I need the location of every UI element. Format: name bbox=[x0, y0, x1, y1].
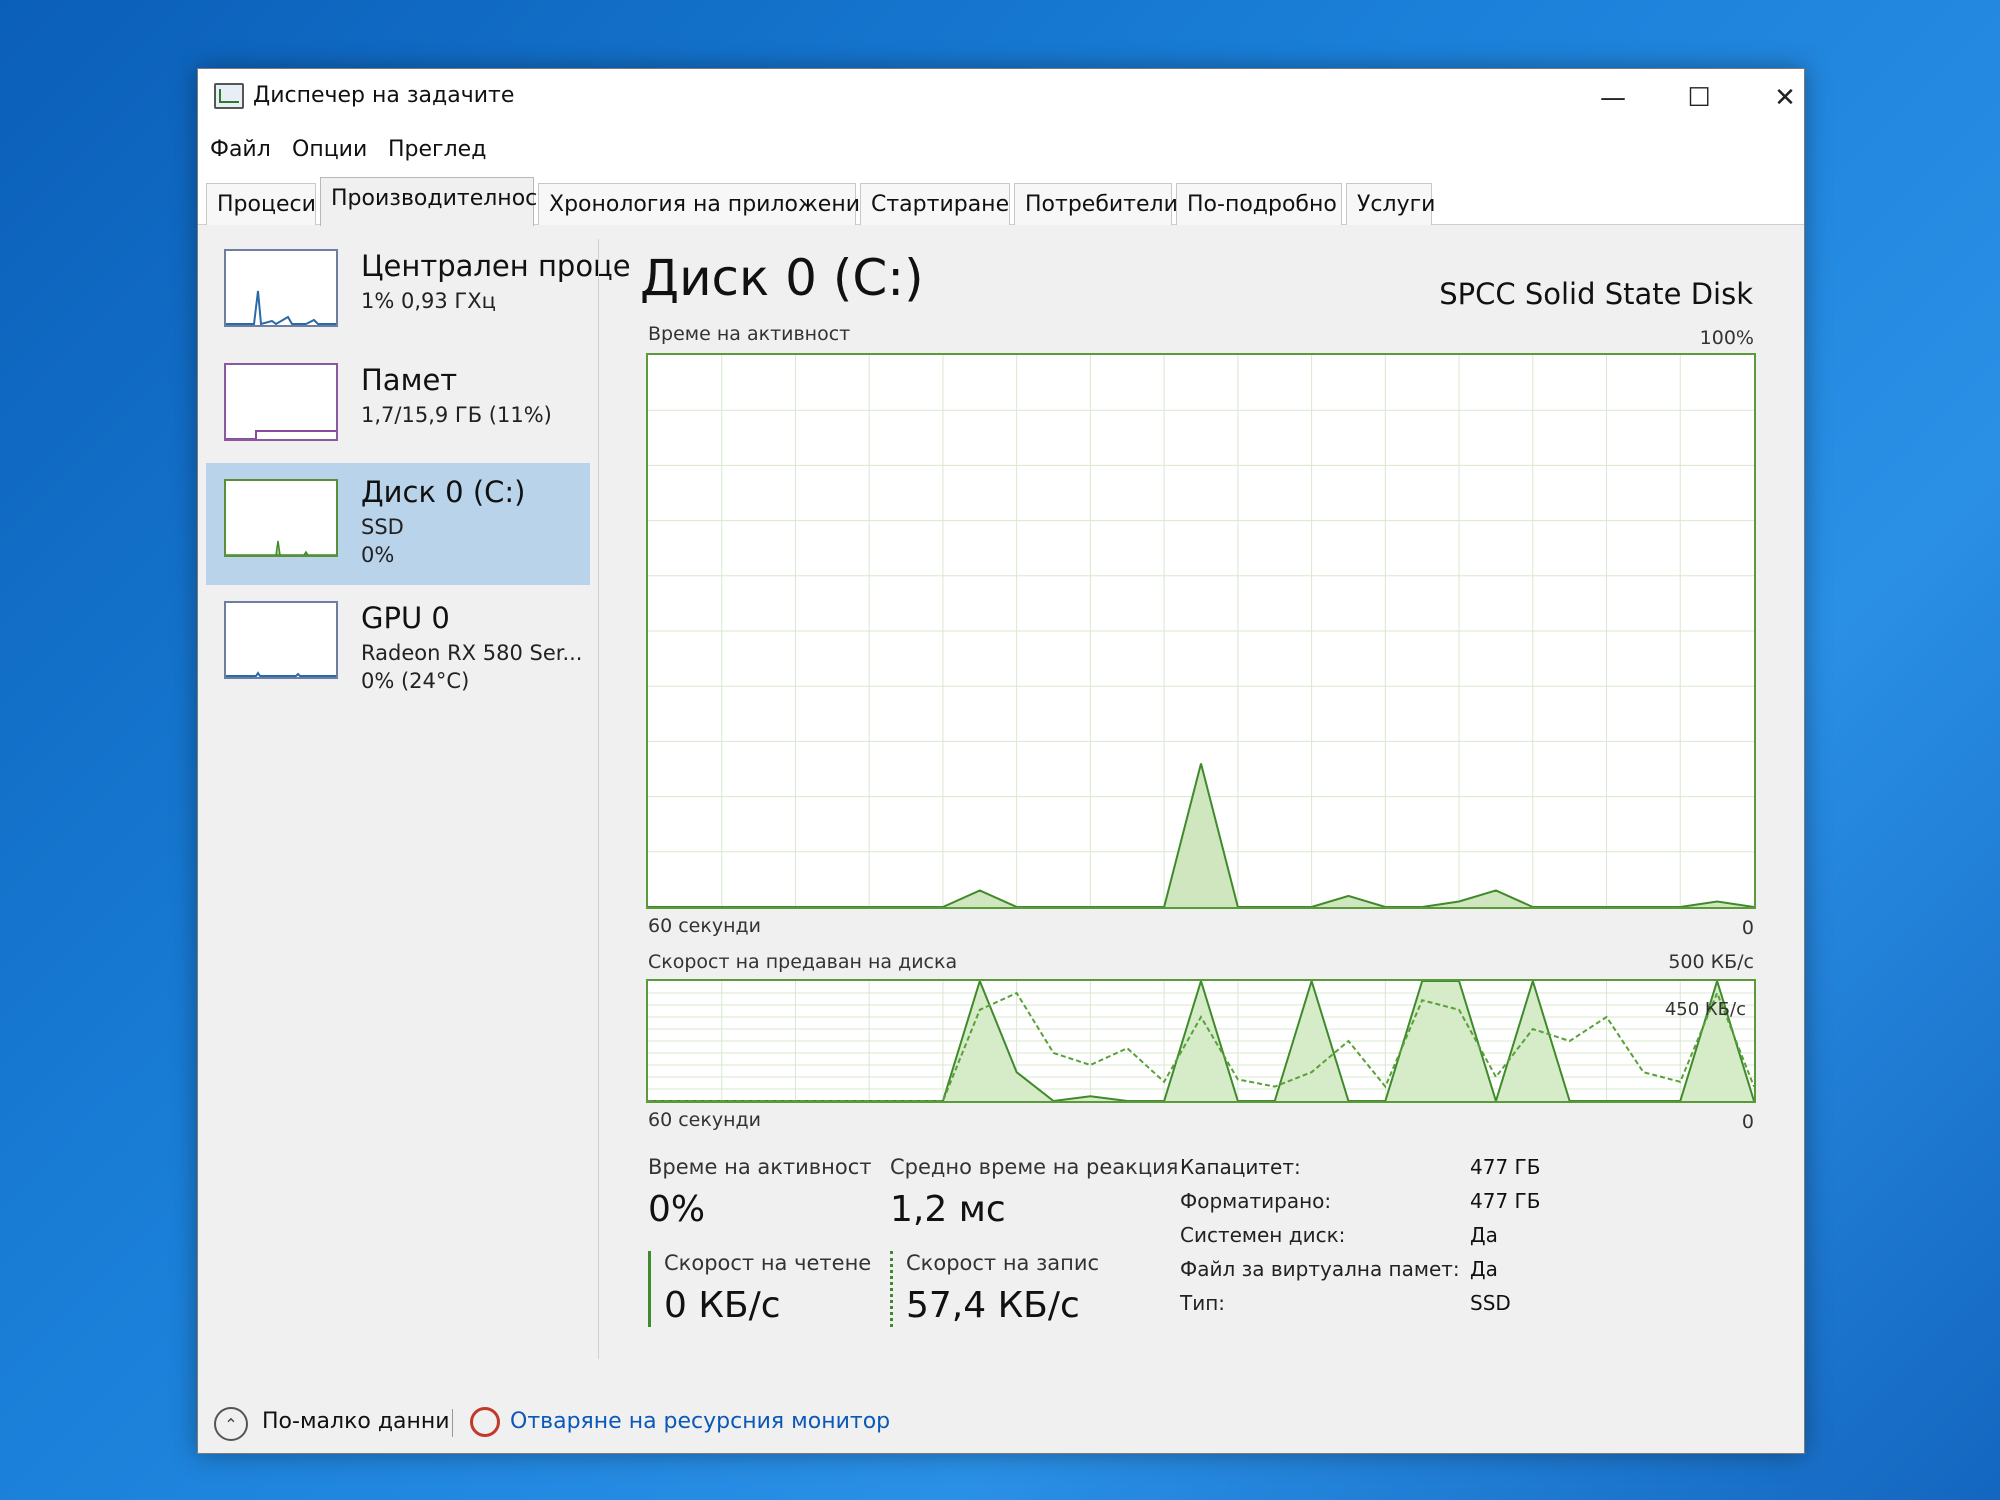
active-time-chart bbox=[646, 353, 1756, 909]
sidebar-item-label: Централен проце bbox=[361, 249, 631, 283]
page-title: Диск 0 (C:) bbox=[640, 249, 924, 307]
tab-services[interactable]: Услуги bbox=[1346, 183, 1435, 225]
sidebar-item-type: SSD bbox=[361, 515, 404, 539]
window-title: Диспечер на задачите bbox=[253, 83, 515, 108]
response-time-label: Средно време на реакция bbox=[890, 1155, 1179, 1179]
close-button[interactable]: ✕ bbox=[1750, 75, 1820, 121]
tab-startup[interactable]: Стартиране bbox=[860, 183, 1010, 225]
minimize-button[interactable]: — bbox=[1578, 75, 1648, 121]
system-disk-label: Системен диск: bbox=[1180, 1223, 1346, 1247]
active-time-label: Време на активност bbox=[648, 1155, 872, 1179]
read-speed-label: Скорост на четене bbox=[664, 1251, 872, 1275]
write-speed-value: 57,4 КБ/с bbox=[906, 1285, 1080, 1326]
memory-sparkline bbox=[226, 430, 336, 439]
write-speed-legend-bar bbox=[890, 1251, 893, 1327]
sidebar-item-label: GPU 0 bbox=[361, 601, 450, 635]
transfer-chart-x-right: 0 bbox=[1741, 1111, 1754, 1133]
read-speed-value: 0 КБ/с bbox=[664, 1285, 781, 1326]
footer-bar: ⌃ По-малко данни Отваряне на ресурсния м… bbox=[198, 1393, 1804, 1453]
transfer-chart-x-left: 60 секунди bbox=[648, 1109, 761, 1131]
sidebar-divider bbox=[598, 239, 599, 1359]
disk-model: SPCC Solid State Disk bbox=[1439, 277, 1753, 311]
capacity-value: 477 ГБ bbox=[1470, 1155, 1541, 1179]
sidebar-item-usage: 0% bbox=[361, 543, 395, 567]
gpu-thumbnail-graph bbox=[224, 601, 338, 679]
active-time-chart-svg bbox=[648, 355, 1755, 908]
active-time-value: 0% bbox=[648, 1189, 706, 1230]
sidebar-item-cpu[interactable]: Централен проце 1% 0,93 ГХц bbox=[206, 237, 631, 355]
cpu-thumbnail-graph bbox=[224, 249, 338, 327]
sidebar-item-memory[interactable]: Памет 1,7/15,9 ГБ (11%) bbox=[206, 351, 590, 469]
sidebar-item-disk[interactable]: Диск 0 (C:) SSD 0% bbox=[206, 463, 590, 585]
open-resource-monitor-link[interactable]: Отваряне на ресурсния монитор bbox=[510, 1409, 890, 1434]
page-file-label: Файл за виртуална памет: bbox=[1180, 1257, 1460, 1281]
write-speed-label: Скорост на запис bbox=[906, 1251, 1100, 1275]
system-disk-value: Да bbox=[1470, 1223, 1498, 1247]
tab-performance[interactable]: Производителност bbox=[320, 177, 550, 226]
transfer-chart-title: Скорост на предаван на диска bbox=[648, 951, 958, 973]
title-bar[interactable]: Диспечер на задачите — ☐ ✕ bbox=[198, 69, 1804, 129]
active-time-area bbox=[648, 763, 1754, 907]
sidebar-item-detail: 1,7/15,9 ГБ (11%) bbox=[361, 403, 552, 427]
chevron-up-icon[interactable]: ⌃ bbox=[214, 1407, 248, 1441]
active-time-chart-x-right: 0 bbox=[1741, 917, 1754, 939]
sidebar-item-usage: 0% (24°C) bbox=[361, 669, 470, 693]
read-speed-legend-bar bbox=[648, 1251, 651, 1327]
capacity-label: Капацитет: bbox=[1180, 1155, 1301, 1179]
gpu-sparkline bbox=[226, 671, 336, 677]
menu-file[interactable]: Файл bbox=[210, 137, 271, 162]
sidebar-item-label: Памет bbox=[361, 363, 458, 397]
sidebar-item-detail: 1% 0,93 ГХц bbox=[361, 289, 496, 313]
tab-app-history[interactable]: Хронология на приложение bbox=[538, 183, 874, 225]
sidebar-item-gpu[interactable]: GPU 0 Radeon RX 580 Ser... 0% (24°C) bbox=[206, 589, 590, 707]
page-file-value: Да bbox=[1470, 1257, 1498, 1281]
menu-bar: Файл Опции Преглед bbox=[198, 129, 1804, 173]
tab-details[interactable]: По-подробно bbox=[1176, 183, 1342, 225]
maximize-button[interactable]: ☐ bbox=[1664, 75, 1734, 121]
menu-options[interactable]: Опции bbox=[292, 137, 367, 162]
transfer-chart-max: 500 КБ/с bbox=[1668, 951, 1754, 973]
fewer-details-button[interactable]: По-малко данни bbox=[262, 1409, 450, 1434]
active-time-chart-max: 100% bbox=[1699, 327, 1754, 349]
disk-sparkline bbox=[226, 540, 336, 555]
task-manager-window: Диспечер на задачите — ☐ ✕ Файл Опции Пр… bbox=[197, 68, 1805, 1454]
transfer-chart-inner-label: 450 КБ/с bbox=[1664, 999, 1746, 1020]
active-time-chart-title: Време на активност bbox=[648, 323, 851, 345]
tab-bar: Процеси Производителност Хронология на п… bbox=[198, 173, 1804, 226]
tab-processes[interactable]: Процеси bbox=[206, 183, 316, 225]
resource-monitor-icon bbox=[470, 1407, 500, 1437]
disk-thumbnail-graph bbox=[224, 479, 338, 557]
sidebar-item-label: Диск 0 (C:) bbox=[361, 475, 526, 509]
sidebar-item-detail: Radeon RX 580 Ser... bbox=[361, 641, 583, 665]
active-time-chart-x-left: 60 секунди bbox=[648, 915, 761, 937]
formatted-value: 477 ГБ bbox=[1470, 1189, 1541, 1213]
resource-sidebar: Централен проце 1% 0,93 ГХц Памет 1,7/15… bbox=[198, 229, 631, 1399]
disk-detail-panel: Диск 0 (C:) SPCC Solid State Disk Време … bbox=[618, 229, 1788, 1389]
footer-divider bbox=[452, 1409, 453, 1437]
menu-view[interactable]: Преглед bbox=[388, 137, 486, 162]
type-value: SSD bbox=[1470, 1291, 1511, 1315]
task-manager-icon bbox=[214, 83, 244, 109]
response-time-value: 1,2 мс bbox=[890, 1189, 1006, 1230]
tab-users[interactable]: Потребители bbox=[1014, 183, 1178, 225]
cpu-sparkline bbox=[226, 290, 336, 325]
transfer-rate-chart-svg bbox=[648, 977, 1755, 1105]
memory-thumbnail-graph bbox=[224, 363, 338, 441]
type-label: Тип: bbox=[1180, 1291, 1226, 1315]
transfer-rate-chart: 450 КБ/с bbox=[646, 977, 1756, 1105]
formatted-label: Форматирано: bbox=[1180, 1189, 1332, 1213]
